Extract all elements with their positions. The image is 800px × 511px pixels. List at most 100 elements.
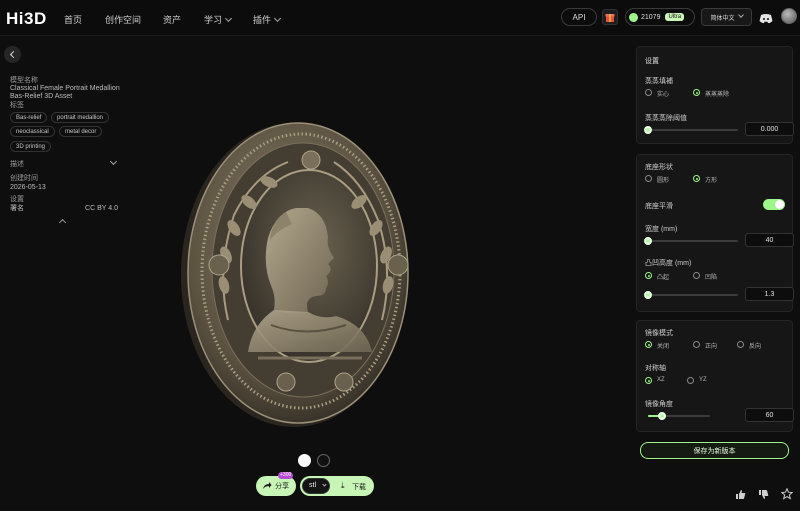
fill-option-remove-radio[interactable]: [693, 89, 700, 96]
credits-pill[interactable]: 21079 Ultra: [625, 8, 695, 26]
star-icon[interactable]: [781, 488, 793, 500]
width-slider-handle[interactable]: [644, 237, 652, 245]
gift-icon[interactable]: [602, 9, 618, 25]
language-select[interactable]: 简体中文: [701, 8, 752, 26]
description-label: 描述: [10, 161, 24, 168]
axis-yz-label: YZ: [699, 377, 707, 383]
license-type: 署名: [10, 205, 24, 212]
mirror-off-label: 关闭: [657, 344, 670, 350]
license-settings-label: 设置: [10, 196, 24, 203]
language-value: 简体中文: [710, 15, 735, 22]
thickness-slider-handle[interactable]: [644, 291, 652, 299]
tag-chip[interactable]: 3D printing: [10, 141, 52, 152]
thickness-input[interactable]: 1.3: [745, 287, 794, 301]
download-group: stl ⤓ 下载: [300, 476, 374, 496]
smooth-label: 底座平滑: [645, 203, 673, 210]
api-button[interactable]: API: [561, 8, 597, 26]
angle-label: 镜像角度: [645, 401, 673, 408]
thumbs-down-icon[interactable]: [758, 489, 769, 500]
download-button[interactable]: ⤓ 下载: [336, 476, 372, 496]
download-label: 下载: [352, 484, 366, 491]
top-navigation-bar: Hi3D 首页 创作空间 资产 学习 插件 API 21079 Ultra 简体…: [0, 0, 800, 36]
asset-name-block: 模型名称 Classical Female Portrait Medallion…: [10, 76, 128, 101]
threshold-input[interactable]: 0.000: [745, 122, 794, 136]
smooth-toggle-knob: [775, 200, 784, 209]
shape-square-radio[interactable]: [693, 175, 700, 182]
model-viewer[interactable]: [176, 120, 412, 430]
tags-label: 标签: [10, 102, 24, 109]
download-icon: ⤓: [341, 481, 345, 490]
tag-chip[interactable]: metal decor: [59, 126, 103, 137]
light-mode-icon[interactable]: [298, 454, 311, 467]
asset-name-label: 模型名称: [10, 77, 38, 84]
save-new-version-label: 保存为新版本: [693, 447, 736, 455]
created-value: 2026-05-13: [10, 184, 46, 191]
relief-raised-radio[interactable]: [645, 272, 652, 279]
width-input[interactable]: 40: [745, 233, 794, 247]
mirror-off-radio[interactable]: [645, 341, 652, 348]
mirror-forward-label: 正向: [705, 344, 718, 350]
avatar[interactable]: [781, 8, 797, 24]
credits-count: 21079: [641, 13, 661, 21]
discord-icon[interactable]: [759, 11, 773, 29]
smooth-toggle[interactable]: [763, 199, 785, 210]
share-badge: +300: [278, 472, 294, 479]
nav-item-learn[interactable]: 学习: [204, 13, 233, 26]
share-label: 分享: [275, 483, 289, 490]
created-block: 创建时间 2026-05-13: [10, 174, 46, 192]
fill-option-solid-label: 实心: [657, 92, 670, 98]
back-button[interactable]: [4, 46, 21, 63]
chevron-left-icon: [9, 50, 18, 59]
settings-panel-mirror: 镜像模式 关闭 正向 反向 对称轴 XZ YZ 镜像角度 60: [636, 320, 794, 432]
format-value: stl: [309, 482, 316, 489]
relief-sunken-label: 凹陷: [705, 275, 718, 281]
threshold-slider[interactable]: [644, 126, 738, 134]
plan-badge: Ultra: [665, 13, 685, 21]
axis-yz-radio[interactable]: [687, 377, 694, 384]
medallion-model: [181, 122, 409, 427]
save-new-version-button[interactable]: 保存为新版本: [640, 442, 789, 459]
shape-circle-label: 圆形: [657, 178, 670, 184]
angle-input[interactable]: 60: [745, 408, 794, 422]
thickness-slider[interactable]: [644, 291, 738, 299]
shape-square-label: 方形: [705, 178, 718, 184]
asset-name-value: Classical Female Portrait Medallion Bas-…: [10, 85, 120, 100]
nav-item-workspace[interactable]: 创作空间: [105, 13, 141, 26]
chevron-down-icon[interactable]: [109, 157, 118, 166]
angle-slider[interactable]: [648, 412, 710, 420]
thickness-label: 凸凹高度 (mm): [645, 260, 692, 267]
brand-logo[interactable]: Hi3D: [6, 9, 47, 29]
created-label: 创建时间: [10, 175, 38, 182]
axis-xz-label: XZ: [657, 377, 665, 383]
threshold-slider-handle[interactable]: [644, 126, 652, 134]
base-shape-label: 底座形状: [645, 164, 673, 171]
tag-chip[interactable]: portrait medallion: [51, 112, 110, 123]
license-value[interactable]: CC BY 4.0: [85, 204, 118, 213]
tag-chip[interactable]: neoclassical: [10, 126, 55, 137]
share-button[interactable]: 分享 +300: [256, 472, 296, 496]
width-slider[interactable]: [644, 237, 738, 245]
tag-chip[interactable]: Bas-relief: [10, 112, 48, 123]
threshold-label: 蒸蒸蒸除阈值: [645, 115, 687, 122]
relief-sunken-radio[interactable]: [693, 272, 700, 279]
shape-circle-radio[interactable]: [645, 175, 652, 182]
credits-coin-icon: [629, 12, 638, 22]
nav-item-home[interactable]: 首页: [64, 13, 82, 26]
angle-slider-handle[interactable]: [658, 412, 667, 420]
format-select[interactable]: stl: [302, 478, 330, 494]
fill-option-solid-radio[interactable]: [645, 89, 652, 96]
width-label: 宽度 (mm): [645, 226, 678, 233]
mirror-forward-radio[interactable]: [693, 341, 700, 348]
dark-mode-icon[interactable]: [317, 454, 330, 467]
nav-item-assets[interactable]: 资产: [163, 13, 181, 26]
fill-option-remove-label: 蒸蒸蒸除: [705, 92, 730, 98]
fill-mode-label: 蒸蒸填補: [645, 78, 673, 85]
chevron-down-icon: [737, 12, 744, 18]
chevron-up-icon[interactable]: [58, 218, 67, 227]
thumbs-up-icon[interactable]: [735, 489, 746, 500]
mirror-reverse-radio[interactable]: [737, 341, 744, 348]
chevron-down-icon: [273, 14, 282, 23]
relief-raised-label: 凸起: [657, 275, 670, 281]
axis-xz-radio[interactable]: [645, 377, 652, 384]
nav-item-plugins[interactable]: 插件: [253, 13, 282, 26]
